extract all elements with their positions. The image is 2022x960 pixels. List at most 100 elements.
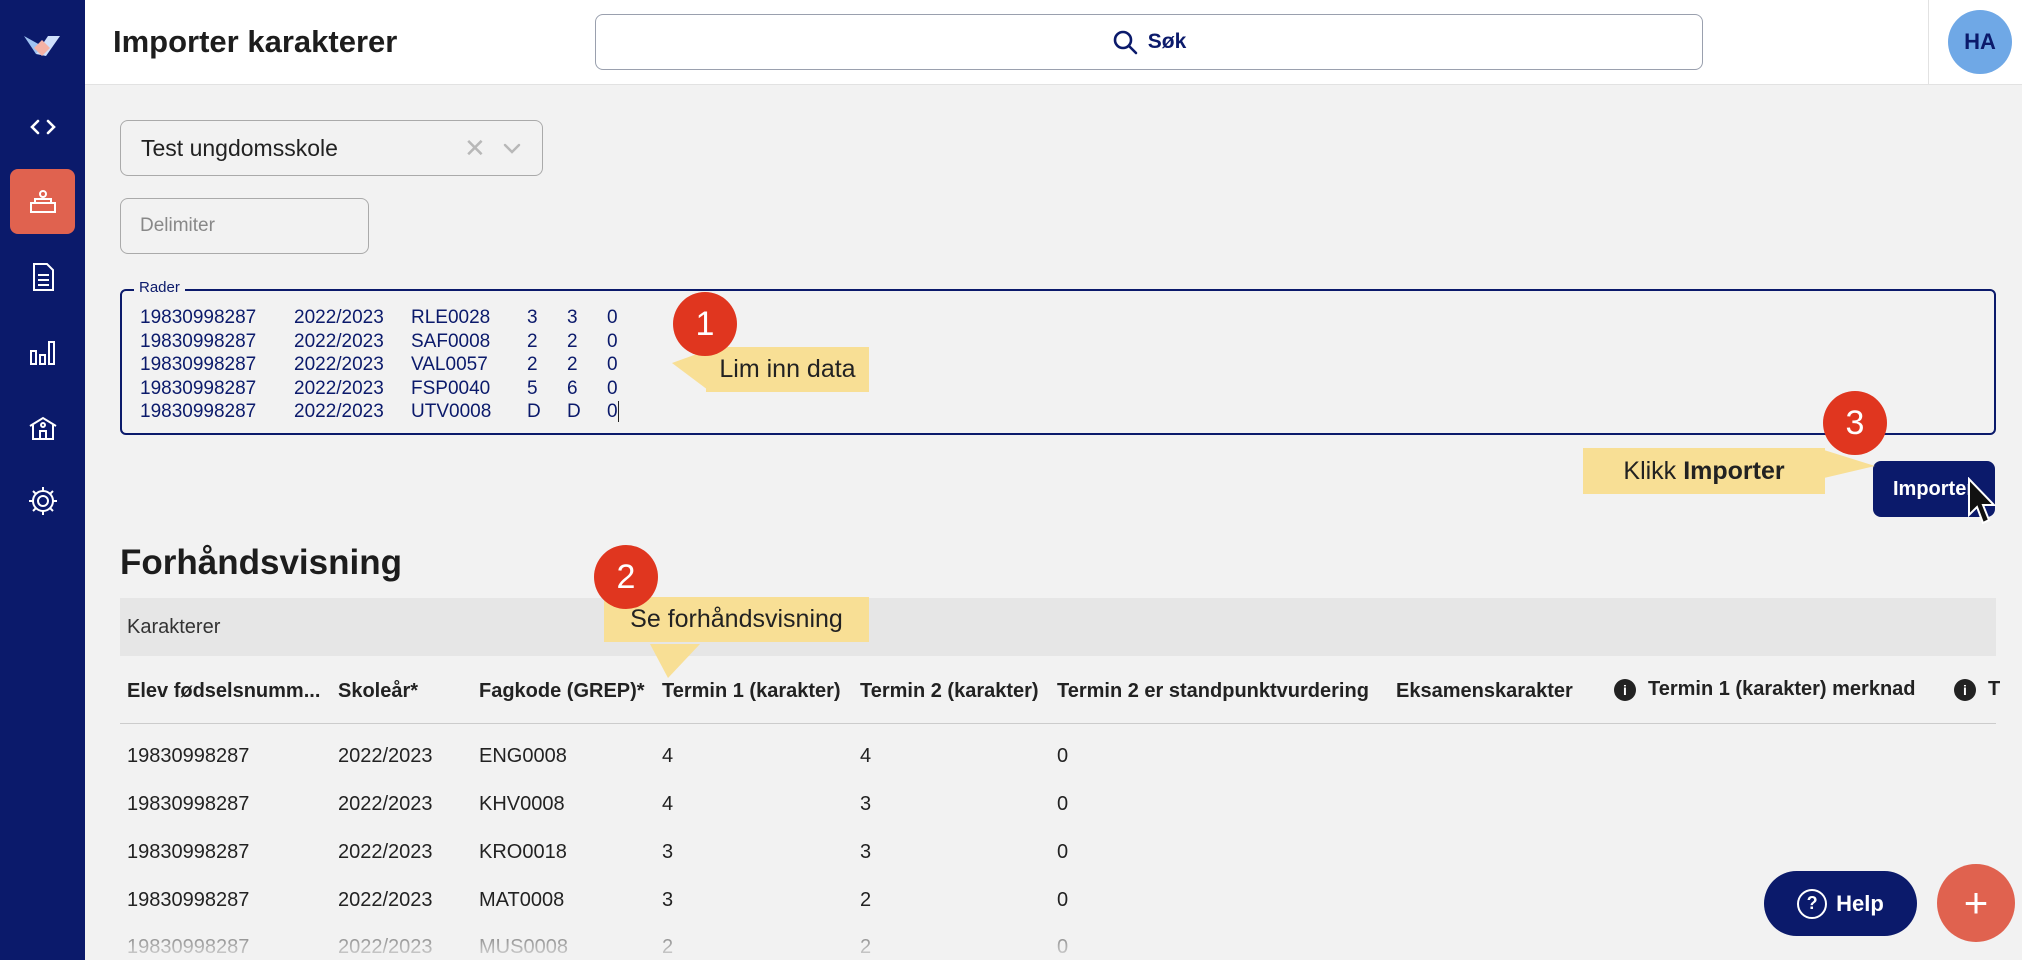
table-cell: 0 xyxy=(1057,793,1069,815)
table-cell: 19830998287 xyxy=(127,745,250,767)
clear-icon[interactable]: ✕ xyxy=(464,133,486,164)
rader-line: 19830998287 2022/2023 UTV0008 D D 0 xyxy=(140,400,627,424)
table-cell: 19830998287 xyxy=(127,936,250,958)
callout-step3-bold: Importer xyxy=(1683,456,1785,485)
table-cell: MAT0008 xyxy=(479,889,565,911)
column-header-term1-grade[interactable]: Termin 1 (karakter) xyxy=(662,680,841,703)
rader-cell: 19830998287 xyxy=(140,330,257,352)
rader-cell: 2 xyxy=(527,330,538,352)
step3-badge: 3 xyxy=(1823,391,1887,455)
table-cell: 19830998287 xyxy=(127,889,250,911)
table-cell: 3 xyxy=(662,841,674,863)
rader-cell: 0 xyxy=(607,307,618,328)
table-cell: 2022/2023 xyxy=(338,936,433,958)
delimiter-input[interactable]: Delimiter xyxy=(120,198,369,254)
rader-cell: 3 xyxy=(567,307,578,328)
rader-cell: D xyxy=(527,401,541,422)
table-cell: 0 xyxy=(1057,841,1069,863)
sidebar-item-code[interactable] xyxy=(10,94,75,159)
table-cell: 3 xyxy=(860,793,872,815)
table-cell: 2022/2023 xyxy=(338,745,433,767)
bar-chart-icon xyxy=(29,340,55,365)
table-cell: 2 xyxy=(662,936,674,958)
table-cell: ENG0008 xyxy=(479,745,567,767)
table-cell: MUS0008 xyxy=(479,936,568,958)
rader-cell: FSP0040 xyxy=(411,377,491,399)
app-logo[interactable] xyxy=(22,28,62,62)
top-header: Importer karakterer Søk HA xyxy=(85,0,2022,85)
column-header-term2-standpoint[interactable]: Termin 2 er standpunktvurdering xyxy=(1057,680,1369,703)
text-caret xyxy=(617,401,619,423)
column-header-term1-note[interactable]: i Termin 1 (karakter) merknad xyxy=(1614,678,1916,701)
school-select[interactable]: Test ungdomsskole ✕ xyxy=(120,120,543,176)
callout-step3: Klikk Importer xyxy=(1583,448,1825,494)
callout-step2: Se forhåndsvisning xyxy=(604,597,869,642)
preview-section-header: Karakterer xyxy=(120,598,1996,656)
table-cell: 0 xyxy=(1057,889,1069,911)
column-header-ssn[interactable]: Elev fødselsnumm... xyxy=(127,680,320,703)
rader-cell: 2 xyxy=(567,354,578,375)
rader-cell: 0 xyxy=(607,400,627,424)
school-select-value: Test ungdomsskole xyxy=(141,134,338,161)
rader-cell: 2022/2023 xyxy=(294,377,384,399)
gear-icon xyxy=(28,486,57,515)
user-avatar[interactable]: HA xyxy=(1948,10,2012,74)
step2-badge: 2 xyxy=(594,545,658,609)
school-building-icon xyxy=(28,416,57,440)
table-cell: 2 xyxy=(860,936,872,958)
search-icon xyxy=(1113,30,1138,55)
sidebar-item-statistics[interactable] xyxy=(10,319,75,384)
mouse-cursor-icon xyxy=(1968,477,1996,525)
column-header-term2-grade[interactable]: Termin 2 (karakter) xyxy=(860,680,1039,703)
rader-cell: 5 xyxy=(527,377,538,399)
rader-content: 19830998287 2022/2023 RLE0028 3 3 0 1983… xyxy=(140,306,627,424)
sidebar-item-settings[interactable] xyxy=(10,468,75,533)
code-icon xyxy=(29,119,56,134)
rader-cell: 2022/2023 xyxy=(294,354,384,375)
rader-cell: 2022/2023 xyxy=(294,330,384,352)
rader-cell: UTV0008 xyxy=(411,401,492,422)
rader-cell: 19830998287 xyxy=(140,401,257,422)
rader-cell: RLE0028 xyxy=(411,307,491,328)
rader-label: Rader xyxy=(134,279,185,296)
search-button[interactable]: Søk xyxy=(595,14,1703,70)
add-fab-button[interactable]: + xyxy=(1937,864,2015,942)
school-desk-icon xyxy=(29,189,56,213)
table-cell: 3 xyxy=(860,841,872,863)
column-header-school-year[interactable]: Skoleår* xyxy=(338,680,418,703)
rader-cell: D xyxy=(567,401,581,422)
preview-section-label: Karakterer xyxy=(127,615,221,638)
rader-cell: 3 xyxy=(527,307,538,328)
sidebar-item-classroom[interactable] xyxy=(10,169,75,234)
column-header-truncated[interactable]: iT xyxy=(1954,678,2000,701)
rader-cell: 6 xyxy=(567,377,578,399)
column-header-subject-code[interactable]: Fagkode (GREP)* xyxy=(479,680,645,703)
table-header-divider xyxy=(120,723,1996,724)
table-cell: 0 xyxy=(1057,936,1069,958)
info-icon: i xyxy=(1954,678,1976,701)
sidebar-item-school[interactable] xyxy=(10,394,75,459)
column-header-exam-grade[interactable]: Eksamenskarakter xyxy=(1396,680,1573,703)
rader-cell: 19830998287 xyxy=(140,354,257,375)
rader-textarea[interactable]: Rader 19830998287 2022/2023 RLE0028 3 3 … xyxy=(120,279,1996,435)
info-icon: i xyxy=(1614,678,1636,701)
search-label: Søk xyxy=(1147,30,1187,53)
preview-title: Forhåndsvisning xyxy=(120,543,402,582)
table-cell: 4 xyxy=(860,745,872,767)
column-header-truncated-label: T xyxy=(1988,678,2001,700)
rader-cell: 19830998287 xyxy=(140,377,257,399)
sidebar-item-documents[interactable] xyxy=(10,244,75,309)
delimiter-placeholder: Delimiter xyxy=(140,215,215,236)
table-cell: 4 xyxy=(662,745,674,767)
table-cell: 2022/2023 xyxy=(338,793,433,815)
rader-cell: SAF0008 xyxy=(411,330,491,352)
table-cell: 19830998287 xyxy=(127,793,250,815)
rader-cell: 2022/2023 xyxy=(294,401,384,422)
rader-cell: 0 xyxy=(607,354,618,375)
chevron-down-icon[interactable] xyxy=(501,137,523,159)
help-button[interactable]: ? Help xyxy=(1764,871,1917,936)
question-icon: ? xyxy=(1797,888,1828,919)
rader-cell: VAL0057 xyxy=(411,354,488,375)
rader-cell: 2 xyxy=(527,354,538,375)
page-title: Importer karakterer xyxy=(113,24,398,59)
